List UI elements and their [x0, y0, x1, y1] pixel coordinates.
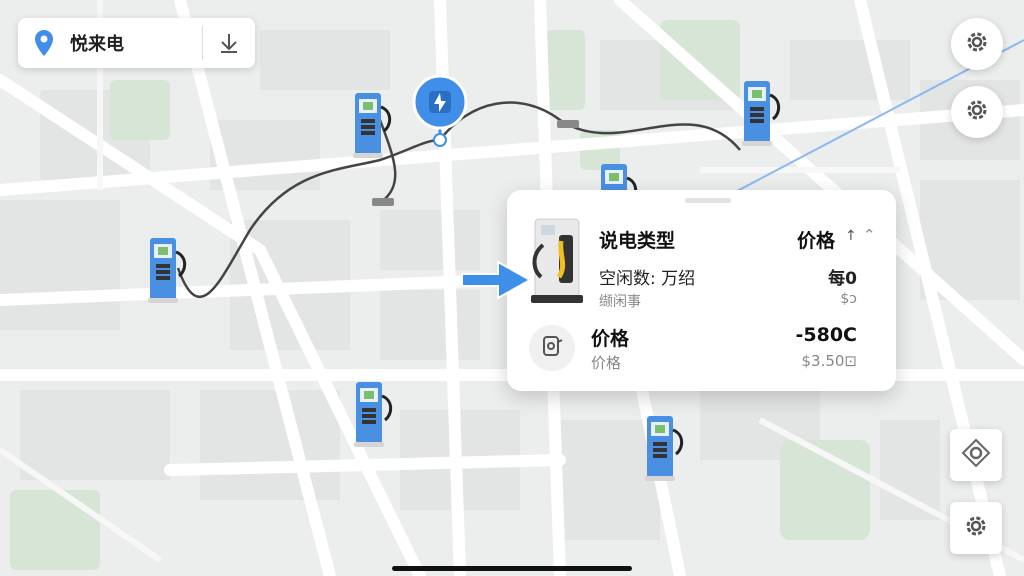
price-sub-label: 价格	[591, 354, 622, 372]
price-sub-value: $3.50⊡	[801, 352, 857, 370]
idle-count-label: 空闲数: 万绍	[599, 269, 696, 289]
station-info-card[interactable]: 说电类型 价格 ↑ ⌃ 空闲数: 万绍 每0 缬闲事 $ɔ 价格 -580C 价…	[507, 190, 896, 391]
price-value: -580C	[795, 324, 858, 346]
connector-type-title: 说电类型	[599, 230, 676, 252]
locate-me-button[interactable]	[950, 429, 1002, 481]
sub-value: $ɔ	[840, 291, 857, 307]
settings-button[interactable]	[951, 18, 1003, 70]
price-header: 价格	[797, 230, 836, 252]
search-label: 悦来电	[70, 34, 124, 55]
price-tag-icon	[541, 334, 563, 362]
settings-button-2[interactable]	[951, 86, 1003, 138]
download-arrow-icon[interactable]	[203, 18, 255, 68]
arrow-up-icon[interactable]: ↑	[845, 228, 857, 244]
location-pin-icon	[18, 18, 70, 68]
home-indicator[interactable]	[392, 566, 632, 571]
idle-count-value: 每0	[828, 269, 857, 289]
price-icon-badge	[529, 325, 575, 371]
drag-handle[interactable]	[685, 198, 731, 203]
gear-icon	[964, 97, 990, 127]
chevron-up-icon[interactable]: ⌃	[863, 226, 876, 244]
sub-label: 缬闲事	[599, 294, 641, 310]
pointer-arrow-icon	[461, 260, 532, 300]
gear-icon	[964, 29, 990, 59]
price-label: 价格	[591, 328, 630, 350]
gear-icon	[963, 513, 989, 543]
search-bar[interactable]: 悦来电	[18, 18, 255, 68]
locate-icon	[961, 438, 991, 472]
settings-button-3[interactable]	[950, 502, 1002, 554]
